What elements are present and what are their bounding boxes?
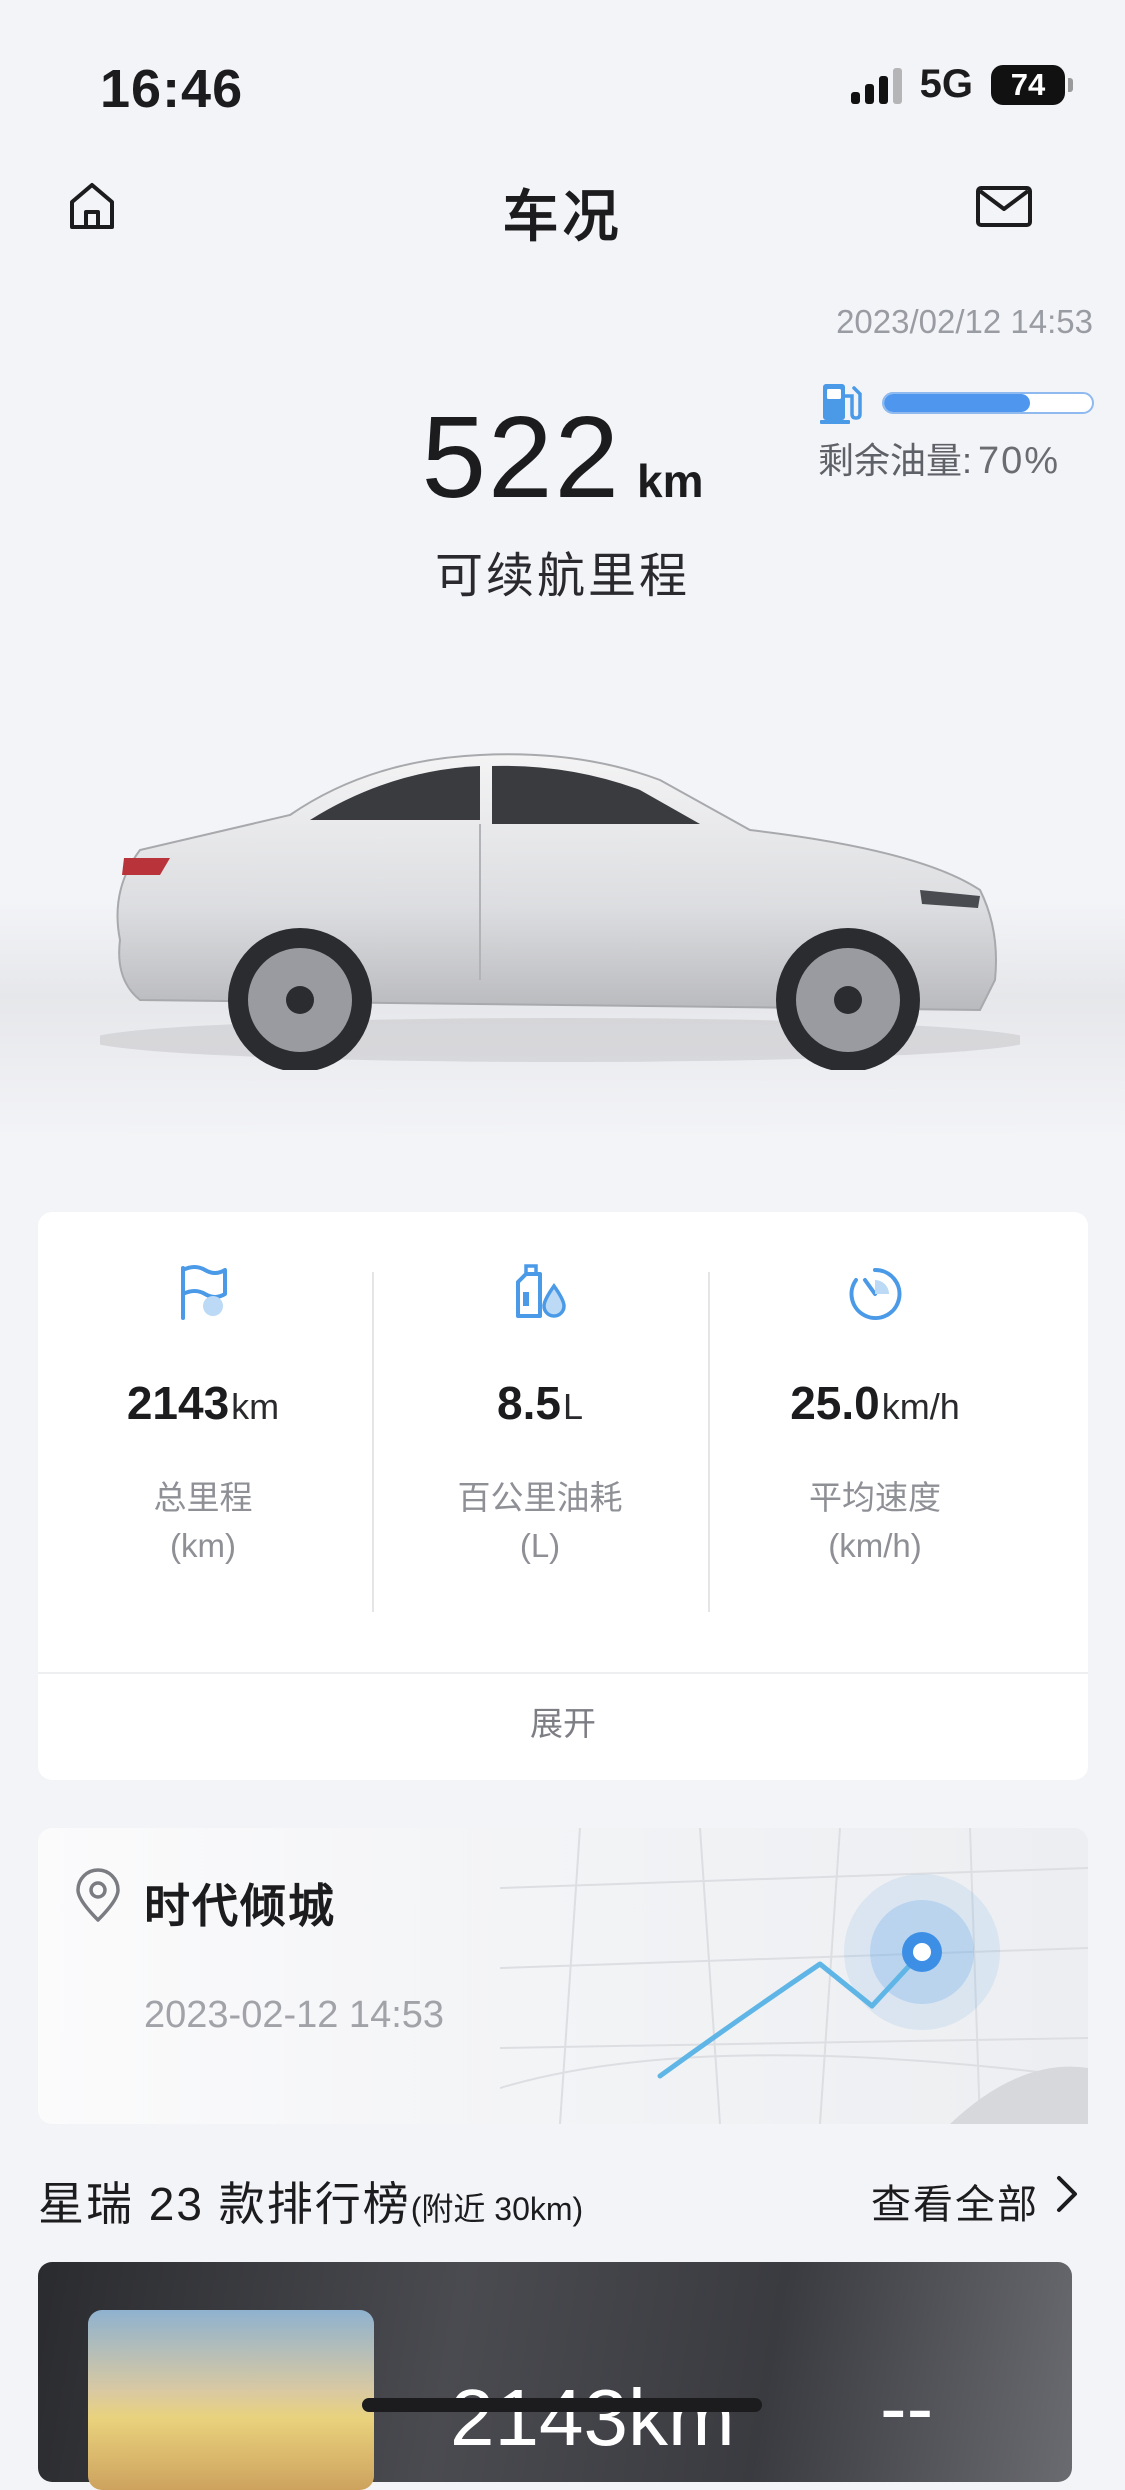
ranking-subtitle: (附近 30km) <box>410 2191 584 2227</box>
divider <box>372 1272 374 1612</box>
stat-label: 百公里油耗 (L) <box>457 1479 623 1564</box>
chevron-right-icon[interactable] <box>1049 2170 1085 2218</box>
network-label: 5G <box>919 62 973 106</box>
stat-value: 25.0km/h <box>790 1377 960 1429</box>
stat-fuel-consumption: 8.5L 百公里油耗 (L) <box>375 1260 705 1570</box>
status-indicators: 5G 74 <box>850 62 1073 107</box>
status-time: 16:46 <box>100 59 244 119</box>
range-label: 可续航里程 <box>434 550 690 603</box>
stat-value: 2143km <box>126 1377 280 1429</box>
range-display: 522 km <box>0 390 1125 524</box>
stat-value: 8.5L <box>497 1377 583 1429</box>
view-all-link[interactable]: 查看全部 <box>871 2172 1039 2230</box>
stat-average-speed: 25.0km/h 平均速度 (km/h) <box>710 1260 1040 1570</box>
update-timestamp: 2023/02/12 14:53 <box>836 303 1093 340</box>
page-title: 车况 <box>502 185 623 248</box>
map-thumbnail[interactable] <box>500 1828 1088 2124</box>
stat-label: 总里程 (km) <box>153 1479 253 1564</box>
fuel-can-icon <box>516 1264 566 1318</box>
ranking-rank: -- <box>880 2363 934 2452</box>
signal-icon <box>850 66 902 104</box>
home-indicator[interactable] <box>362 2398 762 2412</box>
speedometer-icon <box>849 1267 902 1320</box>
location-time: 2023-02-12 14:53 <box>144 1994 445 2036</box>
ranking-value: 2143km <box>450 2373 735 2462</box>
expand-button[interactable]: 展开 <box>38 1674 1088 1774</box>
ranking-thumbnail <box>88 2310 374 2490</box>
location-pin-icon <box>76 1868 120 1922</box>
location-name: 时代倾城 <box>144 1880 336 1932</box>
car-image <box>100 753 1020 1070</box>
range-unit: km <box>637 455 704 507</box>
battery-icon: 74 <box>991 64 1073 105</box>
range-value: 522 <box>421 392 622 522</box>
stat-label: 平均速度 (km/h) <box>809 1479 941 1564</box>
mail-icon[interactable] <box>974 176 1034 236</box>
stat-total-mileage: 2143km 总里程 (km) <box>38 1260 368 1570</box>
ranking-title: 星瑞 23 款排行榜(附近 30km) <box>38 2178 584 2230</box>
flag-icon <box>181 1265 227 1320</box>
